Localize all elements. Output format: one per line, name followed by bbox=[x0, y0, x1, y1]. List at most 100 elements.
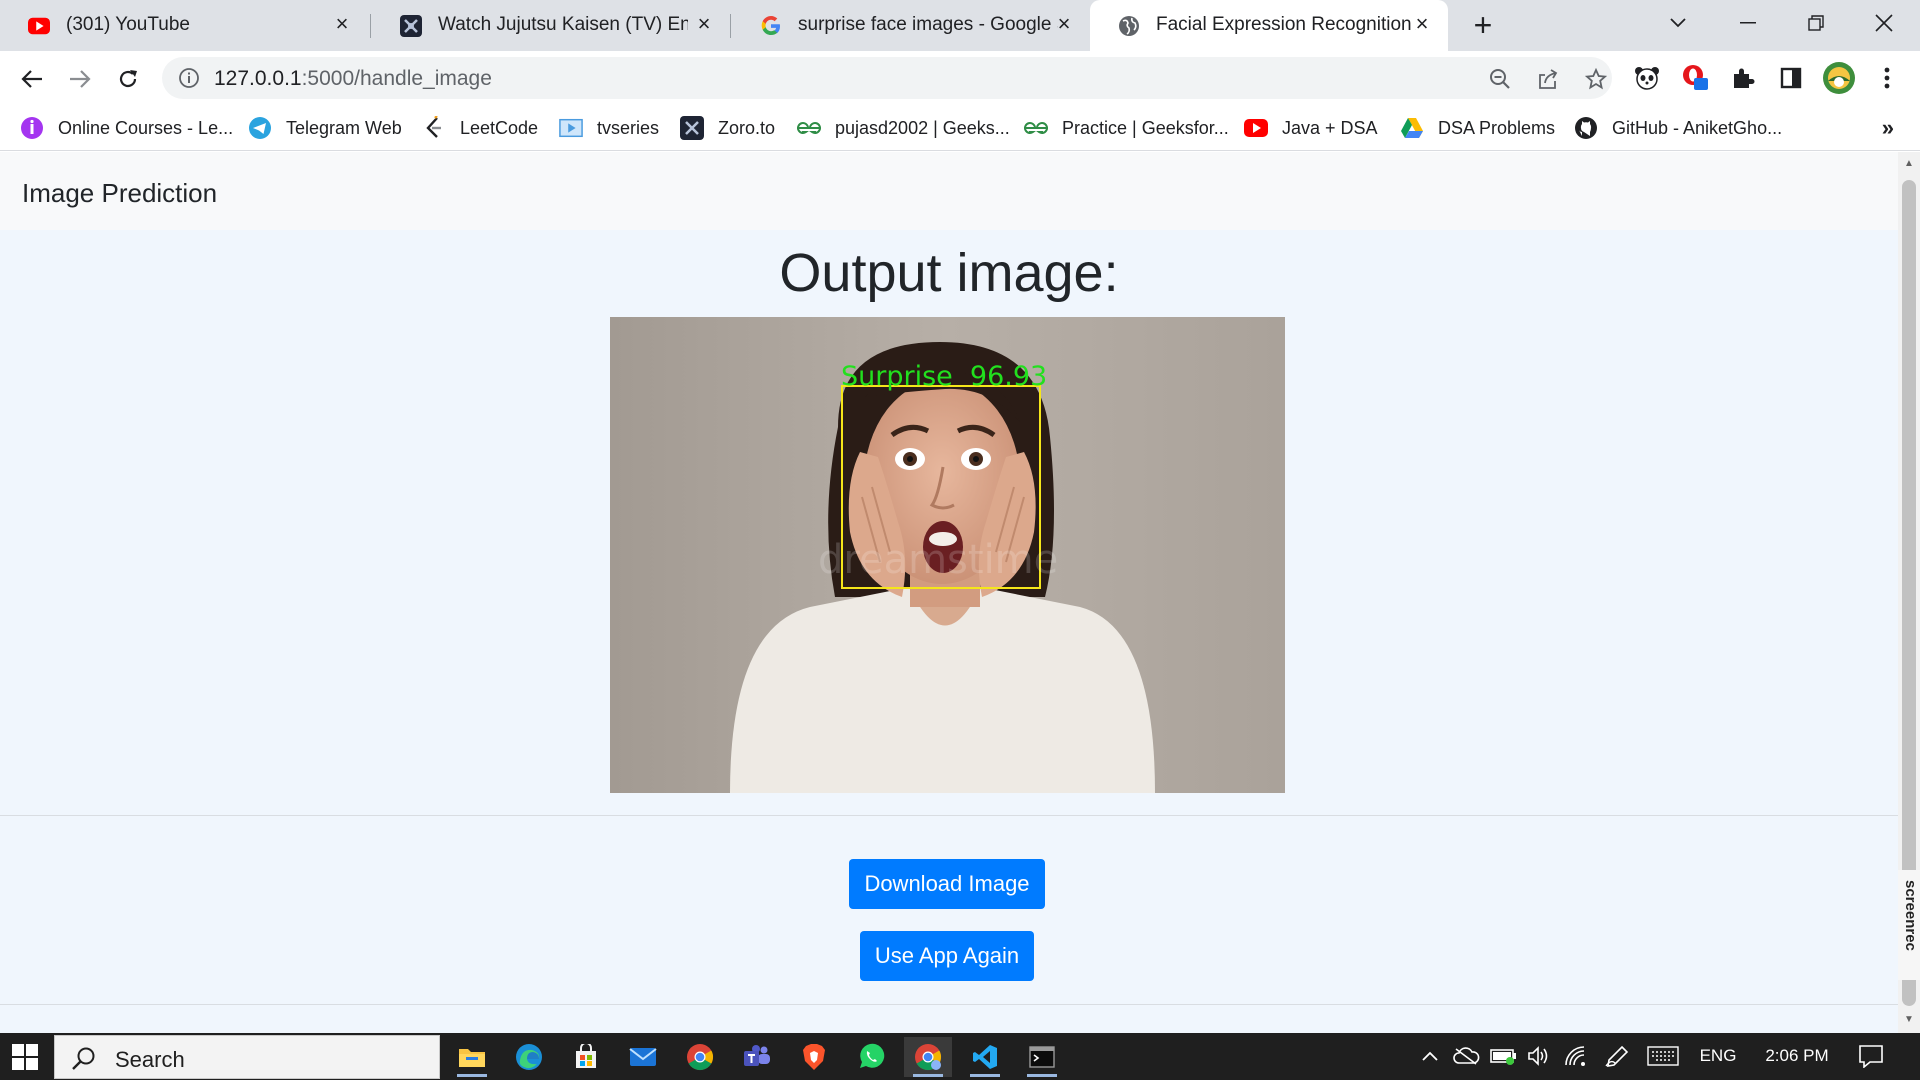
navbar-brand[interactable]: Image Prediction bbox=[22, 178, 217, 209]
page-viewport: Image Prediction Output image: Surprise … bbox=[0, 152, 1898, 1033]
browser-toolbar: 127.0.0.1:5000/handle_image bbox=[0, 51, 1920, 105]
bookmark-label: LeetCode bbox=[460, 117, 539, 138]
side-panel-icon[interactable] bbox=[1776, 63, 1806, 93]
tab-title: (301) YouTube bbox=[66, 14, 190, 35]
reload-button[interactable] bbox=[111, 62, 145, 96]
bookmark-label: Java + DSA bbox=[1282, 117, 1378, 138]
back-button[interactable] bbox=[15, 62, 49, 96]
scroll-up-arrow[interactable]: ▲ bbox=[1903, 158, 1915, 170]
brave-icon[interactable] bbox=[790, 1037, 838, 1077]
bookmark-label: DSA Problems bbox=[1438, 117, 1556, 138]
onedrive-icon[interactable] bbox=[1452, 1043, 1480, 1069]
divider bbox=[0, 1004, 1898, 1005]
bookmark-pujasd2002[interactable]: pujasd2002 | Geeks... bbox=[797, 114, 1010, 142]
url-host: 127.0.0.1 bbox=[214, 67, 302, 90]
video-folder-icon bbox=[559, 116, 583, 140]
site-info-icon[interactable] bbox=[178, 67, 200, 89]
download-image-button[interactable]: Download Image bbox=[849, 859, 1045, 909]
restore-button[interactable] bbox=[1798, 8, 1834, 38]
bookmark-dsa-problems[interactable]: DSA Problems bbox=[1400, 114, 1555, 142]
running-indicator bbox=[1027, 1074, 1057, 1077]
bookmark-zoro[interactable]: Zoro.to bbox=[680, 114, 775, 142]
more-menu-icon[interactable] bbox=[1872, 63, 1902, 93]
windows-start-icon[interactable] bbox=[12, 1044, 38, 1070]
bookmark-label: Zoro.to bbox=[718, 117, 776, 138]
profile-avatar[interactable] bbox=[1822, 61, 1856, 95]
chrome-icon[interactable] bbox=[676, 1037, 724, 1077]
scroll-down-arrow[interactable]: ▼ bbox=[1903, 1014, 1915, 1026]
tab-facial-expression[interactable]: Facial Expression Recognition Ap × bbox=[1090, 0, 1448, 51]
close-window-button[interactable] bbox=[1866, 8, 1902, 38]
pen-icon[interactable] bbox=[1604, 1043, 1630, 1069]
minimize-button[interactable] bbox=[1730, 8, 1766, 38]
close-icon[interactable]: × bbox=[1052, 12, 1076, 36]
bookmark-leetcode[interactable]: LeetCode bbox=[422, 114, 538, 142]
use-app-again-button[interactable]: Use App Again bbox=[860, 931, 1034, 981]
share-icon[interactable] bbox=[1536, 67, 1560, 91]
running-indicator bbox=[913, 1074, 943, 1077]
search-placeholder: Search bbox=[115, 1047, 185, 1072]
volume-icon[interactable] bbox=[1526, 1043, 1552, 1069]
bookmark-label: pujasd2002 | Geeks... bbox=[835, 117, 1010, 138]
tab-strip: (301) YouTube × Watch Jujutsu Kaisen (TV… bbox=[0, 0, 1920, 51]
tab-search-icon[interactable] bbox=[1660, 8, 1696, 38]
mail-icon[interactable] bbox=[619, 1037, 667, 1077]
url-path: :5000/handle_image bbox=[301, 67, 492, 90]
running-indicator bbox=[457, 1074, 487, 1077]
url-text[interactable]: 127.0.0.1:5000/handle_image bbox=[214, 67, 492, 91]
bookmarks-overflow-button[interactable]: » bbox=[1882, 115, 1894, 141]
bookmark-tvseries[interactable]: tvseries bbox=[559, 114, 659, 142]
tab-title: Facial Expression Recognition Ap bbox=[1156, 14, 1416, 35]
google-drive-icon bbox=[1400, 116, 1424, 140]
tab-separator bbox=[370, 14, 371, 38]
globe-icon bbox=[1118, 15, 1140, 37]
whatsapp-icon[interactable] bbox=[847, 1037, 895, 1077]
edge-icon[interactable] bbox=[505, 1037, 553, 1077]
taskbar-search[interactable]: Search bbox=[54, 1035, 440, 1079]
extensions-puzzle-icon[interactable] bbox=[1728, 63, 1758, 93]
terminal-icon[interactable] bbox=[1018, 1037, 1066, 1077]
bookmark-label: tvseries bbox=[597, 117, 660, 138]
teams-icon[interactable] bbox=[733, 1037, 781, 1077]
tab-jujutsu-kaisen[interactable]: Watch Jujutsu Kaisen (TV) English × bbox=[372, 0, 730, 51]
notifications-icon[interactable] bbox=[1856, 1043, 1886, 1069]
language-indicator[interactable]: ENG bbox=[1696, 1043, 1740, 1069]
bookmark-star-icon[interactable] bbox=[1584, 67, 1608, 91]
github-icon bbox=[1574, 116, 1598, 140]
bookmark-java-dsa[interactable]: Java + DSA bbox=[1244, 114, 1378, 142]
search-icon bbox=[71, 1046, 97, 1072]
opera-extension-icon[interactable] bbox=[1680, 63, 1710, 93]
zoro-icon bbox=[400, 15, 422, 37]
leetcode-icon bbox=[422, 116, 446, 140]
bookmark-github[interactable]: GitHub - AniketGho... bbox=[1574, 114, 1782, 142]
microsoft-store-icon[interactable] bbox=[562, 1037, 610, 1077]
address-bar[interactable]: 127.0.0.1:5000/handle_image bbox=[162, 57, 1612, 99]
prediction-label: Surprise 96.93 bbox=[841, 361, 1048, 392]
panda-extension-icon[interactable] bbox=[1632, 63, 1662, 93]
close-icon[interactable]: × bbox=[692, 12, 716, 36]
bookmark-telegram[interactable]: Telegram Web bbox=[248, 114, 402, 142]
tab-title: surprise face images - Google Se bbox=[798, 14, 1058, 35]
forward-button[interactable] bbox=[63, 62, 97, 96]
vscode-icon[interactable] bbox=[961, 1037, 1009, 1077]
close-icon[interactable]: × bbox=[330, 12, 354, 36]
close-icon[interactable]: × bbox=[1410, 12, 1434, 36]
image-watermark: dreamstime bbox=[818, 537, 1059, 583]
bookmark-practice-gfg[interactable]: Practice | Geeksfor... bbox=[1024, 114, 1229, 142]
geeksforgeeks-icon bbox=[1024, 116, 1048, 140]
show-hidden-icons[interactable] bbox=[1418, 1043, 1442, 1069]
chrome-active-icon[interactable] bbox=[904, 1037, 952, 1077]
bookmark-online-courses[interactable]: Online Courses - Le... bbox=[20, 114, 233, 142]
zoom-icon[interactable] bbox=[1488, 67, 1512, 91]
touch-keyboard-icon[interactable] bbox=[1646, 1043, 1680, 1069]
divider bbox=[0, 815, 1898, 816]
youtube-icon bbox=[28, 15, 50, 37]
wifi-icon[interactable] bbox=[1562, 1043, 1588, 1069]
tab-youtube[interactable]: (301) YouTube × bbox=[0, 0, 368, 51]
tab-google-search[interactable]: surprise face images - Google Se × bbox=[732, 0, 1090, 51]
new-tab-button[interactable]: + bbox=[1466, 9, 1500, 43]
courses-icon bbox=[20, 116, 44, 140]
battery-icon[interactable] bbox=[1490, 1043, 1518, 1069]
file-explorer-icon[interactable] bbox=[448, 1037, 496, 1077]
clock[interactable]: 2:06 PM bbox=[1754, 1043, 1840, 1069]
